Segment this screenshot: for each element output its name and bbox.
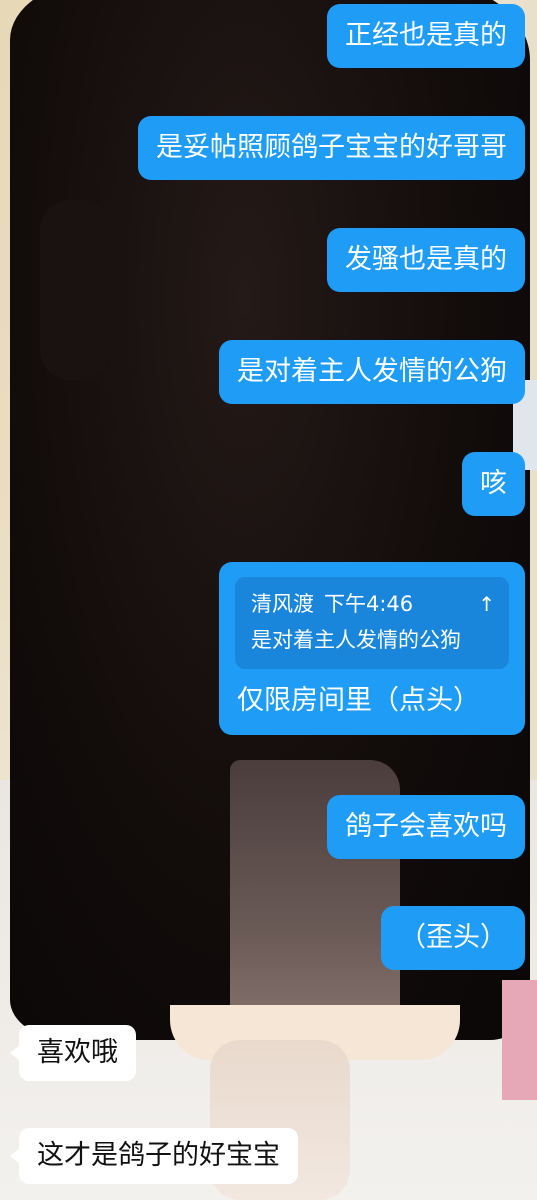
outgoing-message[interactable]: 是对着主人发情的公狗 [219,340,525,404]
outgoing-message[interactable]: 咳 [462,452,525,516]
incoming-message[interactable]: 这才是鸽子的好宝宝 [10,1128,298,1184]
quoted-message[interactable]: 清风渡 下午4:46 ↑ 是对着主人发情的公狗 [235,577,509,669]
message-text: 发骚也是真的 [345,244,507,275]
message-text: 喜欢哦 [37,1037,118,1068]
jump-to-original-icon[interactable]: ↑ [478,589,495,619]
message-text: 是对着主人发情的公狗 [237,356,507,387]
incoming-message[interactable]: 喜欢哦 [10,1025,136,1081]
message-text: 正经也是真的 [345,20,507,51]
quoted-timestamp: 下午4:46 [324,592,414,616]
chat-message-list: 正经也是真的 是妥帖照顾鸽子宝宝的好哥哥 发骚也是真的 是对着主人发情的公狗 咳… [0,0,537,1200]
outgoing-message[interactable]: （歪头） [381,906,525,970]
outgoing-message[interactable]: 正经也是真的 [327,4,525,68]
quoted-message-text: 是对着主人发情的公狗 [251,628,461,652]
outgoing-message[interactable]: 鸽子会喜欢吗 [327,795,525,859]
quoted-message-header: 清风渡 下午4:46 ↑ [251,589,495,619]
outgoing-message[interactable]: 发骚也是真的 [327,228,525,292]
quoted-sender-name: 清风渡 [251,592,314,616]
outgoing-message[interactable]: 是妥帖照顾鸽子宝宝的好哥哥 [138,116,525,180]
message-text: 是妥帖照顾鸽子宝宝的好哥哥 [156,132,507,163]
message-text: 鸽子会喜欢吗 [345,811,507,842]
outgoing-reply-message[interactable]: 清风渡 下午4:46 ↑ 是对着主人发情的公狗 仅限房间里（点头） [219,562,525,735]
message-text: 咳 [480,468,507,499]
message-text: 仅限房间里（点头） [237,685,480,716]
message-text: 这才是鸽子的好宝宝 [37,1140,280,1171]
message-text: （歪头） [399,922,507,953]
